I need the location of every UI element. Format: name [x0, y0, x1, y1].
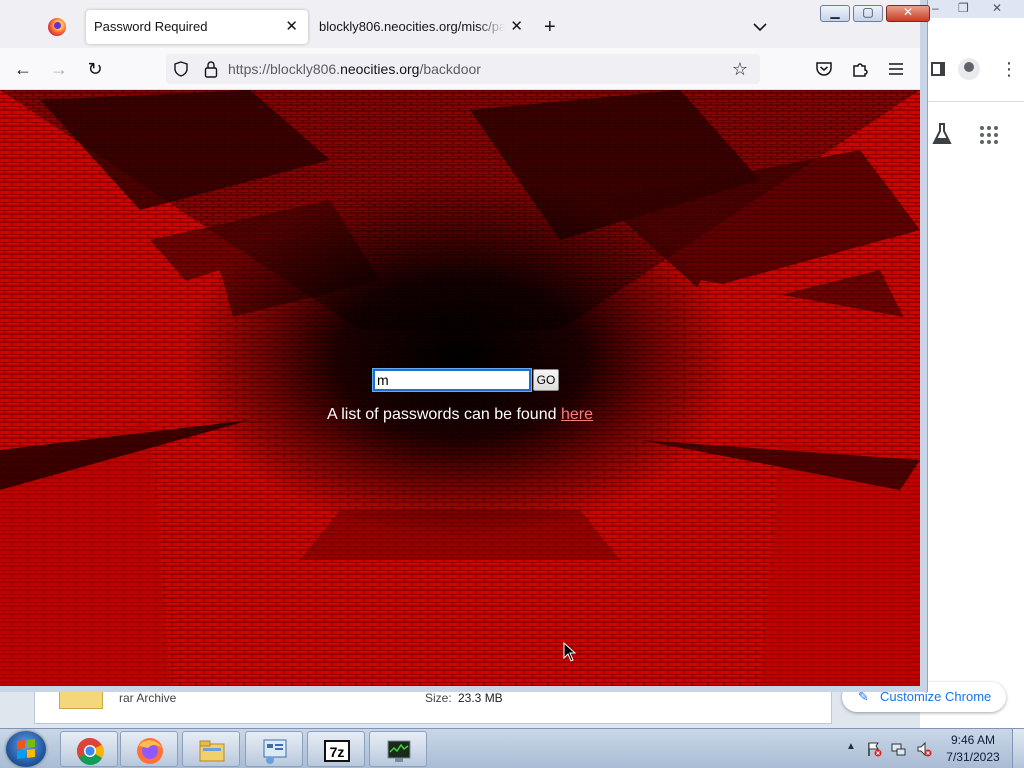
tab-password-required[interactable]: Password Required ✕	[86, 10, 308, 44]
firefox-view-icon[interactable]	[48, 18, 66, 36]
url-path: /backdoor	[419, 61, 481, 77]
volume-muted-icon[interactable]	[916, 741, 932, 757]
pocket-icon[interactable]	[814, 59, 834, 79]
clock-time: 9:46 AM	[950, 733, 996, 747]
tab-strip: Password Required ✕ blockly806.neocities…	[0, 0, 930, 48]
password-input[interactable]	[372, 368, 532, 392]
chrome-menu-icon[interactable]: ⋮	[1000, 60, 1018, 78]
taskbar-firefox[interactable]	[120, 731, 178, 767]
page-content: GO A list of passwords can be found here	[0, 90, 920, 686]
7zip-icon: 7z	[324, 740, 350, 762]
clock-date: 7/31/2023	[946, 750, 1000, 764]
tab-title: blockly806.neocities.org/misc/passwords	[319, 19, 505, 34]
close-button[interactable]: ✕	[886, 5, 930, 22]
password-hint: A list of passwords can be found here	[0, 406, 920, 424]
maximize-button[interactable]: ▢	[853, 5, 883, 22]
show-hidden-icons-icon[interactable]: ▲	[846, 741, 856, 752]
taskbar-7zip[interactable]: 7z	[307, 731, 365, 767]
url-text: https://blockly806.neocities.org/backdoo…	[228, 54, 481, 84]
go-button[interactable]: GO	[533, 369, 559, 391]
passwords-list-link[interactable]: here	[561, 406, 593, 423]
hamburger-menu-icon[interactable]	[886, 59, 906, 79]
control-panel-icon	[263, 739, 287, 764]
taskbar-task-manager[interactable]	[369, 731, 427, 767]
file-explorer-icon	[199, 740, 225, 762]
taskbar: 7z ▲ 9:46 AM 7/31/2023	[0, 728, 1024, 768]
url-prefix: https://blockly806.	[228, 61, 341, 77]
maximize-icon: ▢	[862, 5, 874, 19]
chrome-titlebar: – ❐ ✕	[920, 0, 1024, 18]
close-icon: ✕	[902, 5, 914, 19]
password-form: GO	[372, 368, 559, 392]
size-label: Size:	[425, 691, 452, 705]
chrome-minimize-icon[interactable]: –	[932, 1, 939, 15]
plus-icon[interactable]: +	[544, 14, 556, 40]
tab-title: Password Required	[94, 19, 208, 34]
profile-avatar-icon[interactable]	[958, 58, 980, 80]
taskbar-file-explorer[interactable]	[182, 731, 240, 767]
tracking-protection-shield-icon[interactable]	[174, 61, 188, 77]
background-chrome-window: – ❐ ✕ ⋮	[920, 0, 1024, 728]
size-value: 23.3 MB	[458, 691, 503, 705]
google-apps-icon[interactable]	[980, 126, 998, 144]
lock-icon[interactable]	[204, 60, 218, 78]
network-icon[interactable]	[891, 741, 907, 757]
system-clock[interactable]: 9:46 AM 7/31/2023	[940, 732, 1006, 766]
chrome-close-icon[interactable]: ✕	[992, 1, 1002, 15]
tab-close-icon[interactable]: ✕	[510, 10, 523, 44]
svg-text:7z: 7z	[330, 744, 345, 760]
tab-passwords-list[interactable]: blockly806.neocities.org/misc/passwords …	[311, 10, 533, 44]
back-arrow-icon[interactable]: ←	[10, 56, 36, 82]
url-host: neocities.org	[340, 61, 420, 77]
start-button[interactable]	[6, 731, 46, 767]
labs-flask-icon[interactable]	[932, 122, 952, 146]
task-manager-icon	[387, 740, 411, 762]
windows-logo-icon	[17, 739, 35, 759]
action-center-flag-icon[interactable]	[866, 741, 882, 757]
reload-icon[interactable]: ↻	[82, 56, 108, 82]
show-desktop-button[interactable]	[1012, 729, 1024, 768]
minimize-button[interactable]: ▁	[820, 5, 850, 22]
mouse-pointer-icon	[563, 642, 577, 662]
bookmark-star-icon[interactable]: ☆	[732, 56, 748, 82]
chrome-maximize-icon[interactable]: ❐	[958, 1, 969, 15]
taskbar-control-panel[interactable]	[245, 731, 303, 767]
chrome-icon	[76, 737, 104, 765]
forward-arrow-icon[interactable]: →	[46, 56, 72, 82]
tab-close-icon[interactable]: ✕	[285, 10, 298, 44]
navigation-toolbar: ← → ↻ https://blockly806.neocities.org/b…	[0, 48, 920, 90]
side-panel-icon[interactable]	[931, 62, 945, 76]
minimize-icon: ▁	[830, 5, 840, 19]
url-bar[interactable]: https://blockly806.neocities.org/backdoo…	[166, 54, 760, 84]
window-controls: ▁ ▢ ✕	[820, 5, 930, 23]
extensions-puzzle-icon[interactable]	[850, 59, 870, 79]
chevron-down-icon[interactable]	[751, 14, 769, 40]
firefox-window: Password Required ✕ blockly806.neocities…	[0, 0, 930, 692]
firefox-icon	[137, 738, 163, 764]
taskbar-chrome[interactable]	[60, 731, 118, 767]
hint-text: A list of passwords can be found	[327, 406, 561, 423]
file-type-label: rar Archive	[119, 691, 177, 705]
chrome-toolbar: ⋮	[920, 18, 1024, 102]
